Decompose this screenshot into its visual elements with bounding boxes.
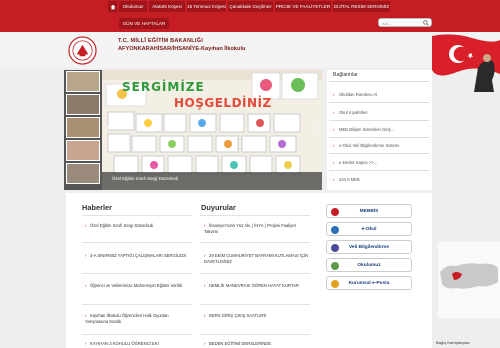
- divider: [329, 153, 429, 154]
- slider-thumbnails: [64, 70, 102, 190]
- news-item[interactable]: › 3-A SINIFIMIZ YAPTIĞI ÇALIŞMALARI SERGİ…: [85, 253, 191, 259]
- turkish-flag-ataturk-image: [432, 34, 500, 92]
- link-label: Okuldan Randevu Al: [339, 92, 378, 97]
- link-444-0-meb[interactable]: › 444 0 MEB: [333, 177, 360, 182]
- announcement-item-label: İhsaniye'mizin Yüz Akı ( İHYA ) Projesi …: [204, 223, 296, 234]
- announcements-title: Duyurular: [201, 203, 236, 212]
- nav-item-dijital-resim-sergimiz[interactable]: DİJİTAL RESİM SERGİMİZ: [333, 1, 390, 12]
- announcement-item-label: 29 EKİM CUMHURİYET BAYRAMI KUTLAMASI İÇİ…: [204, 253, 309, 264]
- link-okuldan-randevu-al[interactable]: › Okuldan Randevu Al: [333, 92, 377, 97]
- link-label: e-Okul Veli Bilgilendirme Sistemi: [339, 143, 400, 148]
- divider: [200, 215, 310, 216]
- e-okul-button[interactable]: e-Okul: [326, 222, 412, 236]
- announcement-item-label: HEMLİK MANEVRASI ÖĞREN HAYAT KURTAR: [209, 283, 300, 288]
- kurumsal-e-posta-label: Kurumsal e-Posta: [348, 281, 390, 286]
- announcement-item-label: BEDEN EĞİTİMİ DERSLERİNDE: [209, 341, 272, 346]
- link-e-devlet[interactable]: › e-Devlet Kapısı >>...: [333, 160, 377, 165]
- announcement-item-label: DERS GİRİŞ ÇIKIŞ SAATLERİ: [209, 313, 267, 318]
- slider-next-arrow-icon[interactable]: ›: [312, 122, 320, 132]
- slider-thumbnail[interactable]: [66, 71, 100, 92]
- slider-thumbnail[interactable]: [66, 140, 100, 161]
- announcement-item[interactable]: › İhsaniye'mizin Yüz Akı ( İHYA ) Projesi…: [204, 223, 310, 235]
- slider-prev-arrow-icon[interactable]: ‹: [104, 122, 112, 132]
- nav-item-okulumuz[interactable]: Okulumuz: [119, 1, 147, 12]
- divider: [200, 273, 310, 274]
- e-okul-label: e-Okul: [361, 227, 377, 232]
- nav-item-proje-ve-faaliyetler[interactable]: PROJE VE FAALİYETLER: [275, 1, 331, 12]
- link-e-okul-veli[interactable]: › e-Okul Veli Bilgilendirme Sistemi: [333, 143, 399, 148]
- mebbis-button[interactable]: MEBBİS: [326, 204, 412, 218]
- link-label: 444 0 MEB: [339, 177, 360, 182]
- donate-label[interactable]: Bağış Kampanyası: [436, 340, 470, 345]
- slider-caption-bar: Özel Eğitim Sınıfı Sergi Düzenledi: [102, 172, 322, 190]
- divider: [82, 242, 192, 243]
- home-button[interactable]: [108, 1, 117, 12]
- news-title: Haberler: [82, 203, 112, 212]
- divider: [329, 137, 429, 138]
- mebbis-label: MEBBİS: [359, 209, 379, 214]
- news-item[interactable]: › Özel Eğitim Sınıfı Sergi Düzenledi: [85, 223, 191, 229]
- news-item-label: Kayıhan İlkokulu Öğrencileri Halk Oyunla…: [85, 313, 169, 324]
- divider: [329, 170, 429, 171]
- news-item-label: Özel Eğitim Sınıfı Sergi Düzenledi: [90, 223, 154, 228]
- divider: [82, 273, 192, 274]
- nav-item-canakkale-gecilmez[interactable]: Çanakkale Geçilmez: [228, 1, 273, 12]
- divider: [329, 102, 429, 103]
- divider: [329, 120, 429, 121]
- veli-bilgilendirme-button[interactable]: Veli Bilgilendirme: [326, 240, 412, 254]
- banner-hosgeldiniz: HOŞGELDİNİZ: [174, 96, 272, 110]
- news-item[interactable]: › KAYIHAN 3 KOHULU ÖĞRENCİ EKİ: [85, 341, 191, 347]
- divider: [82, 304, 192, 305]
- announcement-item[interactable]: › 29 EKİM CUMHURİYET BAYRAMI KUTLAMASI İÇ…: [204, 253, 310, 265]
- link-okul-kiyafetleri[interactable]: › Okul Kıyafetleri: [333, 110, 367, 115]
- nav-item-gun-ve-haftalar[interactable]: GÜN VE HAFTALAR: [119, 18, 169, 29]
- okulumuz-button[interactable]: Okulumuz: [326, 258, 412, 272]
- news-item-label: Öğrenci ve Velilerimize Mahremiyet Eğiti…: [90, 283, 182, 288]
- school-title: AFYONKARAHİSAR/İHSANİYE-Kayıhan İlkokulu: [118, 46, 246, 52]
- news-item-label: KAYIHAN 3 KOHULU ÖĞRENCİ EKİ: [90, 341, 159, 346]
- announcement-item[interactable]: › HEMLİK MANEVRASI ÖĞREN HAYAT KURTAR: [204, 283, 310, 289]
- divider: [329, 81, 429, 82]
- search-placeholder: Ara...: [382, 21, 392, 26]
- announcement-item[interactable]: › BEDEN EĞİTİMİ DERSLERİNDE: [204, 341, 310, 347]
- link-label: Okul Kıyafetleri: [339, 110, 368, 115]
- link-meb-bilisim-sistemleri[interactable]: › MEB Bilişim Sistemleri Giriş...: [333, 127, 394, 132]
- kurumsal-e-posta-button[interactable]: Kurumsal e-Posta: [326, 276, 412, 290]
- search-input[interactable]: Ara...: [378, 18, 432, 27]
- divider: [200, 242, 310, 243]
- banner-sergimize: SERGİMİZE: [122, 80, 205, 94]
- slider-thumbnail[interactable]: [66, 94, 100, 115]
- link-label: MEB Bilişim Sistemleri Giriş...: [339, 127, 395, 132]
- news-item[interactable]: › Öğrenci ve Velilerimize Mahremiyet Eğit…: [85, 283, 191, 289]
- news-item-label: 3-A SINIFIMIZ YAPTIĞI ÇALIŞMALARI SERGİL…: [90, 253, 187, 258]
- ministry-title: T.C. MİLLÎ EĞİTİM BAKANLIĞI: [118, 38, 203, 44]
- slider-thumbnail[interactable]: [66, 163, 100, 184]
- slider-caption[interactable]: Özel Eğitim Sınıfı Sergi Düzenledi: [112, 176, 178, 181]
- veli-bilgilendirme-label: Veli Bilgilendirme: [349, 245, 389, 250]
- divider: [200, 334, 310, 335]
- turkey-map-image: [438, 242, 500, 318]
- search-icon[interactable]: [423, 20, 429, 26]
- divider: [82, 334, 192, 335]
- news-item[interactable]: › Kayıhan İlkokulu Öğrencileri Halk Oyunl…: [85, 313, 191, 325]
- meb-logo[interactable]: [68, 36, 97, 65]
- divider: [82, 215, 192, 216]
- top-navigation: Okulumuz Atatürk Köşesi 15 Temmuz Köşesi…: [0, 0, 500, 32]
- links-title: Bağlantılar: [333, 72, 358, 78]
- announcement-item[interactable]: › DERS GİRİŞ ÇIKIŞ SAATLERİ: [204, 313, 310, 319]
- nav-item-15-temmuz-kosesi[interactable]: 15 Temmuz Köşesi: [187, 1, 226, 12]
- okulumuz-label: Okulumuz: [357, 263, 381, 268]
- divider: [200, 304, 310, 305]
- slider-thumbnail[interactable]: [66, 117, 100, 138]
- link-label: e-Devlet Kapısı >>...: [339, 160, 378, 165]
- home-icon: [110, 4, 115, 9]
- nav-item-ataturk-kosesi[interactable]: Atatürk Köşesi: [149, 1, 185, 12]
